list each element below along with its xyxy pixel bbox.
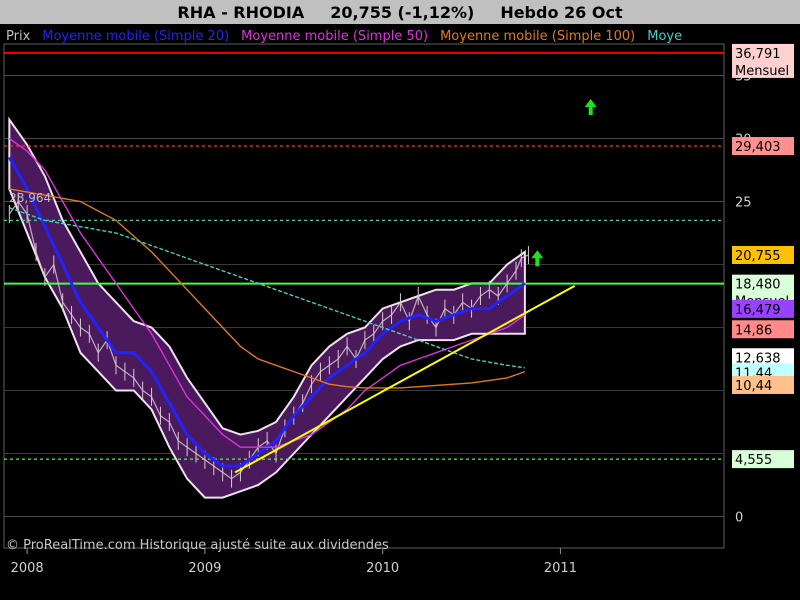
reference-value-label: 4,555 [732,450,794,469]
legend: Prix Moyenne mobile (Simple 20) Moyenne mo… [6,29,682,44]
value-label-text: 20,755 [735,249,781,264]
chart-window: RHA - RHODIA 20,755 (-1,12%) Hebdo 26 Oc… [0,0,800,600]
x-tick-label: 2010 [366,561,399,576]
legend-item: Moyenne mobile (Simple 20) [42,29,229,44]
reference-value-label: 36,791 Mensuel [732,43,794,79]
price-chart[interactable]: 0253035200820092010201128,964PrixMoyenne… [0,0,800,600]
series-value-label: 14,86 [732,320,794,339]
y-tick-label: 0 [735,511,743,526]
legend-item: Prix [6,29,31,44]
x-tick-label: 2011 [544,561,577,576]
copyright-watermark: © ProRealTime.com Historique ajusté suit… [6,538,389,553]
value-label-text: 18,480 [735,278,781,293]
x-tick-label: 2008 [11,561,44,576]
reference-value-label: 29,403 [732,137,794,156]
y-tick-label: 25 [735,196,752,211]
value-label-text: 16,479 [735,303,781,318]
x-tick-label: 2009 [188,561,221,576]
value-label-text: 36,791 [735,47,781,62]
series-value-label: 20,755 [732,245,794,264]
legend-item: Moyenne mobile (Simple 50) [241,29,428,44]
value-label-text: 4,555 [735,453,772,468]
annotation-label: 28,964 [9,191,51,205]
value-label-subtext: Mensuel [735,64,789,79]
series-value-label: 16,479 [732,299,794,318]
value-label-text: 14,86 [735,323,772,338]
legend-item: Moyenne mobile (Simple 100) [440,29,635,44]
value-label-text: 10,44 [735,379,772,394]
plot-area [3,43,725,549]
series-value-label: 10,44 [732,375,794,394]
value-label-text: 29,403 [735,140,781,155]
legend-item: Moye [647,29,682,44]
